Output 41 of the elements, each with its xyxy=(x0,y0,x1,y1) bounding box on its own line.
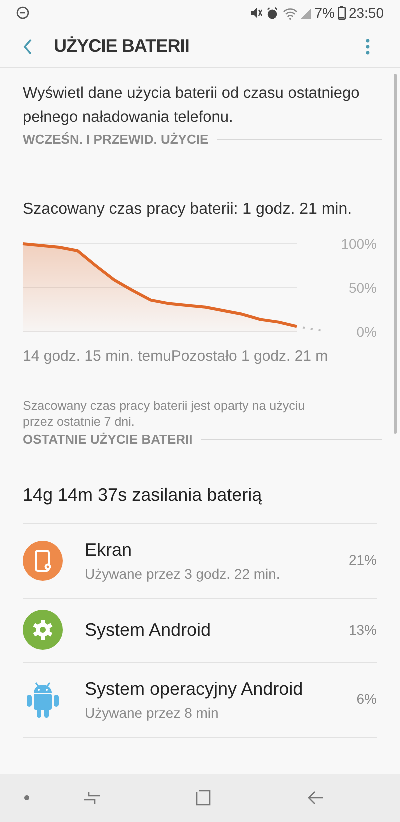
prediction-dots xyxy=(302,326,322,332)
section-header: WCZEŚN. I PRZEWID. UŻYCIE xyxy=(23,131,209,149)
gear-icon xyxy=(23,610,63,650)
dnd-icon xyxy=(16,6,30,20)
signal-icon xyxy=(300,7,312,19)
app-usage-row[interactable]: System operacyjny Android Używane przez 8 min 6% xyxy=(23,662,377,738)
usage-percent: 21% xyxy=(348,551,377,570)
mute-icon xyxy=(248,6,263,20)
phone-settings-icon xyxy=(23,540,63,580)
more-icon xyxy=(366,38,370,54)
footnote: Szacowany czas pracy baterii jest oparty na użyciu przez ostatnie 7 dni. xyxy=(23,398,306,430)
battery-time-total: 14g 14m 37s zasilania baterią xyxy=(23,482,377,524)
home-icon xyxy=(196,790,212,806)
usage-detail: Używane przez 3 godz. 22 min. xyxy=(85,564,282,584)
android-robot-icon xyxy=(26,680,60,720)
section-header: OSTATNIE UŻYCIE BATERII xyxy=(23,431,193,449)
recent-apps-icon xyxy=(83,791,101,805)
chart-start-label: 14 godz. 15 min. temu xyxy=(23,346,172,366)
battery-icon xyxy=(338,6,346,20)
usage-detail: Używane przez 8 min xyxy=(85,704,220,723)
page-title: UŻYCIE BATERII xyxy=(54,35,190,58)
app-name: Ekran xyxy=(85,538,134,562)
chart-end-label: Pozostało 1 godz. 21 m xyxy=(171,346,328,366)
back-icon xyxy=(23,38,33,54)
estimate-text: Szacowany czas pracy baterii: 1 godz. 21 min. xyxy=(23,200,354,220)
battery-percent: 7% xyxy=(314,4,335,22)
y-axis-label: 50% xyxy=(348,280,377,296)
alarm-icon xyxy=(266,6,279,20)
back-arrow-icon xyxy=(308,791,324,805)
wifi-icon xyxy=(282,6,298,20)
y-axis-label: 0% xyxy=(356,324,377,340)
y-axis-label: 100% xyxy=(341,236,377,252)
app-name: System Android xyxy=(85,618,212,642)
app-name: System operacyjny Android xyxy=(85,678,304,701)
app-usage-row[interactable]: System Android 13% xyxy=(23,598,377,662)
dot-icon xyxy=(24,795,30,801)
usage-percent: 6% xyxy=(356,690,377,709)
app-usage-row[interactable]: Ekran Używane przez 3 godz. 22 min. 21% xyxy=(23,524,377,598)
clock: 23:50 xyxy=(348,4,384,22)
description: Wyświetl dane użycia baterii od czasu ostatniego pełnego naładowania telefonu. xyxy=(23,84,361,128)
usage-percent: 13% xyxy=(348,620,377,640)
